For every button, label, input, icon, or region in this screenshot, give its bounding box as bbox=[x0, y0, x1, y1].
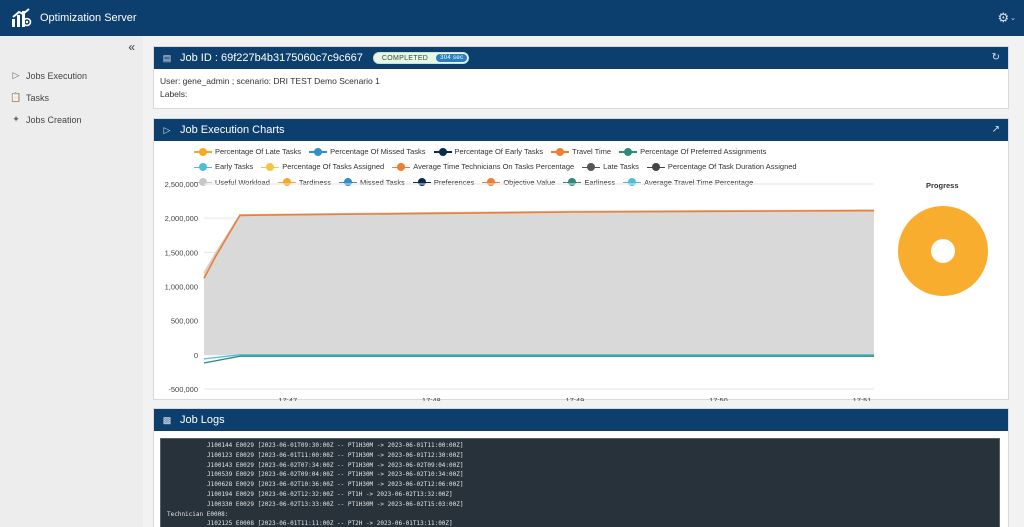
log-line: J100194 E0029 [2023-06-02T12:32:00Z -- P… bbox=[207, 490, 453, 498]
collapse-sidebar-icon[interactable]: « bbox=[128, 40, 135, 54]
sidebar-item-jobs-execution[interactable]: ▷ Jobs Execution bbox=[10, 70, 88, 81]
log-line: J100539 E0029 [2023-06-02T09:04:00Z -- P… bbox=[207, 471, 464, 479]
log-line: J100628 E0029 [2023-06-02T10:36:00Z -- P… bbox=[207, 481, 464, 489]
external-link-icon[interactable]: ↗ bbox=[992, 124, 1000, 135]
progress-title: Progress bbox=[926, 181, 959, 190]
wand-icon: ✦ bbox=[12, 114, 20, 124]
y-tick-label: 500,000 bbox=[171, 317, 198, 326]
log-line: J100143 E0029 [2023-06-02T07:34:00Z -- P… bbox=[207, 461, 464, 469]
charts-card: ▷ Job Execution Charts ↗ Percentage Of L… bbox=[153, 118, 1009, 401]
job-labels: Labels: bbox=[160, 89, 188, 99]
log-line: J100123 E0029 [2023-06-01T11:00:00Z -- P… bbox=[207, 451, 464, 459]
x-tick-label: 17:47 bbox=[278, 396, 297, 401]
charts-title: Job Execution Charts bbox=[180, 124, 285, 136]
job-user-scenario: User: gene_admin ; scenario: DRI TEST De… bbox=[160, 76, 380, 86]
job-execution-chart: 2,500,000 2,000,000 1,500,000 1,000,000 500,… bbox=[165, 180, 988, 401]
app-logo-icon[interactable] bbox=[10, 7, 32, 29]
job-info: User: gene_admin ; scenario: DRI TEST De… bbox=[154, 69, 1008, 107]
y-tick-label: 2,000,000 bbox=[165, 214, 198, 223]
job-id: Job ID : 69f227b4b3175060c7c9c667 bbox=[180, 52, 363, 64]
settings-menu[interactable]: ⚙ ⌄ bbox=[997, 10, 1016, 26]
y-tick-label: 2,500,000 bbox=[165, 180, 198, 189]
gear-icon[interactable]: ⚙ bbox=[997, 10, 1009, 26]
duration-badge: 304 sec bbox=[436, 54, 468, 62]
main-content: ▤ Job ID : 69f227b4b3175060c7c9c667 COMP… bbox=[143, 36, 1024, 527]
sidebar-item-jobs-creation[interactable]: ✦ Jobs Creation bbox=[10, 114, 82, 125]
series-line bbox=[203, 355, 874, 364]
play-icon: ▷ bbox=[12, 70, 20, 80]
log-line: Technician E0008: bbox=[167, 510, 229, 518]
y-tick-label: -500,000 bbox=[168, 385, 198, 394]
log-line: J100144 E0029 [2023-06-01T09:30:00Z -- P… bbox=[207, 442, 464, 449]
progress-pie-slice bbox=[898, 206, 988, 296]
series-area bbox=[204, 210, 874, 355]
logs-card: ▩ Job Logs J100144 E0029 [2023-06-01T09:… bbox=[153, 408, 1009, 527]
logs-title: Job Logs bbox=[180, 414, 225, 426]
sidebar-item-tasks[interactable]: 📋 Tasks bbox=[10, 92, 49, 103]
x-tick-label: 17:49 bbox=[566, 396, 585, 401]
charts-card-header: ▷ Job Execution Charts ↗ bbox=[154, 119, 1008, 141]
y-tick-label: 0 bbox=[194, 351, 198, 360]
list-icon: ▤ bbox=[162, 52, 172, 63]
sidebar-item-label: Jobs Execution bbox=[26, 70, 88, 81]
top-bar: Optimization Server ⚙ ⌄ bbox=[0, 0, 1024, 36]
play-icon: ▷ bbox=[163, 124, 171, 135]
chevron-down-icon[interactable]: ⌄ bbox=[1010, 14, 1016, 22]
terminal-icon: ▩ bbox=[162, 414, 172, 425]
x-tick-label: 17:50 bbox=[709, 396, 728, 401]
log-output[interactable]: J100144 E0029 [2023-06-01T09:30:00Z -- P… bbox=[160, 438, 1000, 527]
log-line: J102125 E0008 [2023-06-01T11:11:00Z -- P… bbox=[207, 520, 453, 527]
job-card: ▤ Job ID : 69f227b4b3175060c7c9c667 COMP… bbox=[153, 46, 1009, 109]
log-line: J100330 E0029 [2023-06-02T13:33:00Z -- P… bbox=[207, 500, 464, 508]
sidebar-item-label: Jobs Creation bbox=[26, 114, 82, 125]
sidebar-item-label: Tasks bbox=[26, 92, 50, 103]
logs-card-header: ▩ Job Logs bbox=[154, 409, 1008, 431]
refresh-icon[interactable]: ↻ bbox=[992, 52, 1000, 63]
y-tick-label: 1,500,000 bbox=[165, 248, 198, 257]
status-badge: COMPLETED 304 sec bbox=[372, 52, 470, 64]
job-card-header: ▤ Job ID : 69f227b4b3175060c7c9c667 COMP… bbox=[154, 47, 1008, 69]
sidebar: « ▷ Jobs Execution 📋 Tasks ✦ Jobs Creati… bbox=[0, 36, 143, 527]
status-text: COMPLETED bbox=[381, 54, 429, 62]
x-tick-label: 17:51 bbox=[853, 396, 872, 401]
app-title: Optimization Server bbox=[40, 12, 137, 24]
y-tick-label: 1,000,000 bbox=[165, 283, 198, 292]
clipboard-icon: 📋 bbox=[10, 92, 22, 102]
x-tick-label: 17:48 bbox=[422, 396, 441, 401]
